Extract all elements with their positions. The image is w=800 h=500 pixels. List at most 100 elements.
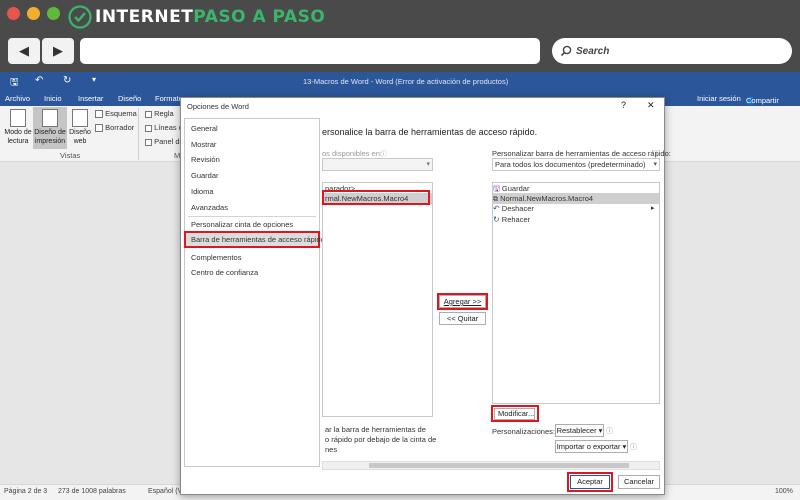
browser-header: INTERNET PASO A PASO ◀ ▶ Search [0,0,800,72]
maximize-window-icon[interactable] [47,7,60,20]
reset-info-icon: ⓘ [606,428,613,435]
nav-pane-check-icon [145,138,152,146]
show-below-line-3: nes [325,445,338,454]
import-info-icon: ⓘ [630,444,637,451]
address-bar[interactable] [80,38,540,64]
word-title-bar: 🖫 ↶ ↻ ▾ 13-Macros de Word - Word (Error … [0,72,800,92]
web-layout-button[interactable]: Diseño web [68,109,92,146]
tab-diseno[interactable]: Diseño [118,94,141,103]
window-title: 13-Macros de Word - Word (Error de activ… [303,77,509,86]
web-layout-icon [72,109,88,127]
reset-button[interactable]: Restablecer ▾ [555,424,604,437]
print-layout-button[interactable]: Diseño de impresión [33,107,67,149]
read-mode-icon [10,109,26,127]
back-arrow-icon: ◀ [19,43,29,58]
zoom-level[interactable]: 100% [775,488,793,495]
draft-button[interactable]: Borrador [95,123,135,133]
qat-item-rehacer[interactable]: ↻ Rehacer [493,215,530,224]
ruler-checkbox[interactable]: Regla [145,109,174,118]
redo-quick-icon[interactable]: ↻ [63,75,71,86]
category-idioma[interactable]: Idioma [191,187,214,196]
category-guardar[interactable]: Guardar [191,171,219,180]
share-label: Compartir [746,96,779,105]
qat-customize-icon[interactable]: ▾ [92,75,96,84]
ok-button-highlight-box [567,472,613,492]
scope-dropdown-arrow-icon: ▾ [653,161,657,168]
outline-icon [95,110,103,119]
read-mode-label: Modo de lectura [4,129,32,145]
import-export-button[interactable]: Importar o exportar ▾ [555,440,628,453]
horizontal-scrollbar[interactable] [322,461,660,470]
show-below-line-1: ar la barra de herramientas de [325,425,426,434]
category-barra-acceso-rapido[interactable]: Barra de herramientas de acceso rápido [191,235,325,244]
dialog-title: Opciones de Word [187,102,249,111]
site-logo: INTERNET PASO A PASO [68,4,325,30]
customizations-label: Personalizaciones: [492,427,555,436]
tab-archivo[interactable]: Archivo [5,94,30,103]
qat-item-label: Rehacer [501,215,531,224]
minimize-window-icon[interactable] [27,7,40,20]
show-below-line-2: o rápido por debajo de la cinta de [325,435,437,444]
tab-insertar[interactable]: Insertar [78,94,103,103]
draft-label: Borrador [105,123,135,132]
close-icon[interactable]: ✕ [647,100,655,111]
choose-from-label: os disponibles en: [322,149,383,158]
add-button-highlight-box [437,293,488,310]
forward-button[interactable]: ▶ [42,38,74,64]
logo-text-2: PASO A PASO [193,7,326,27]
category-divider [188,216,316,217]
close-window-icon[interactable] [7,7,20,20]
modify-button-highlight-box [491,405,539,422]
show-below-ribbon-text: ar la barra de herramientas de o rápido … [325,425,436,455]
customize-qat-label: Personalizar barra de herramientas de ac… [492,149,671,158]
page-heading: ersonalice la barra de herramientas de a… [322,127,538,137]
customize-scope-dropdown[interactable]: Para todos los documentos (predeterminad… [492,158,660,171]
word-count: 273 de 1008 palabras [58,488,126,495]
logo-icon [68,5,92,29]
qat-item-label: Normal.NewMacros.Macro4 [500,194,594,203]
undo-quick-icon[interactable]: ↶ [35,75,43,86]
read-mode-button[interactable]: Modo de lectura [4,109,32,146]
back-button[interactable]: ◀ [8,38,40,64]
draft-icon [95,124,103,133]
scrollbar-thumb[interactable] [369,463,629,468]
help-icon[interactable]: ? [621,100,626,110]
ribbon-divider [138,108,139,160]
undo-icon: ↶ [493,204,500,213]
signin-link[interactable]: Iniciar sesión [697,94,741,103]
forward-arrow-icon: ▶ [53,43,63,58]
category-general[interactable]: General [191,124,218,133]
tab-formato[interactable]: Formato [155,94,183,103]
search-box[interactable]: Search [552,38,792,64]
logo-text-1: INTERNET [95,7,194,27]
macro-icon: ⧉ [493,196,498,203]
qat-item-label: Guardar [501,184,530,193]
page-count: Página 2 de 3 [4,488,48,495]
cancel-button[interactable]: Cancelar [618,475,660,489]
submenu-arrow-icon: ▸ [651,205,655,212]
tab-inicio[interactable]: Inicio [44,94,62,103]
nav-pane-checkbox[interactable]: Panel de [145,137,184,146]
outline-button[interactable]: Esquema [95,109,137,119]
save-icon: 🖫 [493,184,500,193]
remove-button[interactable]: << Quitar [439,312,486,325]
ruler-label: Regla [154,109,174,118]
category-complementos[interactable]: Complementos [191,253,241,262]
choose-from-dropdown[interactable]: ▾ [322,158,433,171]
category-centro-confianza[interactable]: Centro de confianza [191,268,258,277]
category-personalizar-cinta[interactable]: Personalizar cinta de opciones [191,220,293,229]
web-layout-label: Diseño web [69,129,91,145]
qat-item-macro[interactable]: ⧉ Normal.NewMacros.Macro4 [493,194,593,204]
search-label: Search [576,45,610,57]
category-mostrar[interactable]: Mostrar [191,140,216,149]
category-avanzadas[interactable]: Avanzadas [191,203,228,212]
dropdown-arrow-icon: ▾ [426,161,430,168]
ruler-check-icon [145,110,152,118]
print-layout-icon [42,109,58,127]
available-commands-list[interactable] [322,182,433,417]
save-quick-icon[interactable]: 🖫 [10,75,19,92]
search-icon [560,45,572,57]
category-revision[interactable]: Revisión [191,155,220,164]
gridlines-check-icon [145,124,152,132]
qat-item-deshacer[interactable]: ↶ Deshacer [493,204,534,213]
